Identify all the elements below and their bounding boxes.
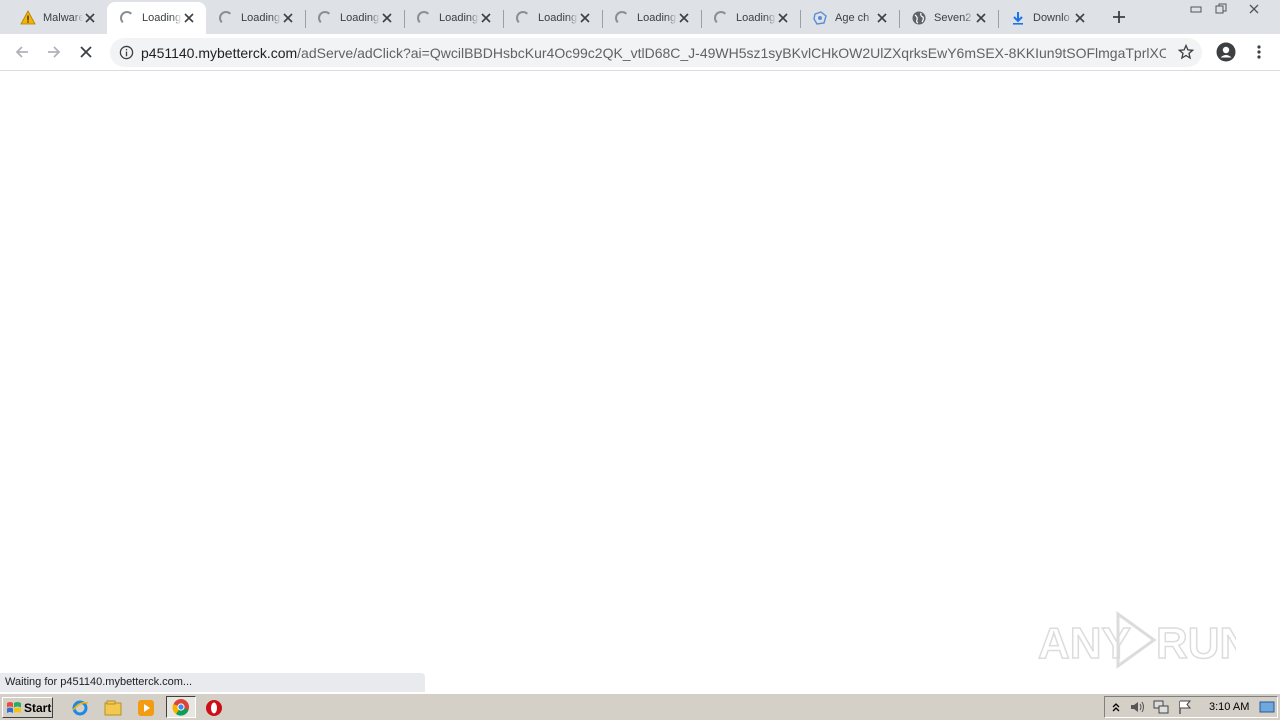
menu-button[interactable] xyxy=(1247,40,1271,64)
account-icon xyxy=(1216,42,1236,62)
close-icon[interactable] xyxy=(380,11,394,25)
flag-icon[interactable] xyxy=(1177,699,1193,715)
loading-spinner-icon xyxy=(416,10,432,26)
url-path: /adServe/adClick?ai=QwcilBBDHsbcKur4Oc99… xyxy=(297,45,1166,61)
tab-loading[interactable]: Loading... xyxy=(602,2,702,34)
media-player-icon[interactable] xyxy=(136,698,156,718)
download-icon xyxy=(1010,10,1026,26)
page-content xyxy=(0,72,1280,692)
tab-title: Loading... xyxy=(241,12,281,24)
new-tab-button[interactable] xyxy=(1108,6,1130,28)
system-tray: 3:10 AM xyxy=(1104,696,1278,718)
tab-title: Age ch xyxy=(835,12,870,24)
tab-loading[interactable]: Loading... xyxy=(503,2,603,34)
close-icon[interactable] xyxy=(776,11,790,25)
restore-button[interactable] xyxy=(1208,0,1234,18)
tab-title: Malware xyxy=(43,12,83,24)
clock: 3:10 AM xyxy=(1209,701,1250,713)
tab-title: Downlo xyxy=(1033,12,1070,24)
star-icon[interactable] xyxy=(1177,43,1195,65)
restore-icon xyxy=(1215,3,1227,14)
close-icon[interactable] xyxy=(578,11,592,25)
loading-spinner-icon xyxy=(119,10,135,26)
network-icon[interactable] xyxy=(1153,699,1169,715)
close-icon[interactable] xyxy=(479,11,493,25)
opera-icon[interactable] xyxy=(204,698,224,718)
start-label: Start xyxy=(24,700,52,715)
loading-spinner-icon xyxy=(713,10,729,26)
stop-icon xyxy=(80,46,92,58)
puzzle-icon xyxy=(812,10,828,26)
tab-loading-active[interactable]: Loading... xyxy=(107,2,206,34)
close-icon[interactable] xyxy=(281,11,295,25)
close-icon[interactable] xyxy=(83,11,97,25)
tab-title: Loading... xyxy=(736,12,776,24)
file-explorer-icon[interactable] xyxy=(103,698,123,718)
tab-loading[interactable]: Loading... xyxy=(206,2,306,34)
profile-button[interactable] xyxy=(1214,40,1238,64)
tab-strip: Malware Loading... Loading... Loading...… xyxy=(0,0,1280,34)
loading-spinner-icon xyxy=(218,10,234,26)
loading-spinner-icon xyxy=(515,10,531,26)
internet-explorer-icon[interactable] xyxy=(70,698,90,718)
tab-age-check[interactable]: Age ch xyxy=(800,2,900,34)
tab-title: Seven2 xyxy=(934,12,972,24)
minimize-icon xyxy=(1190,6,1202,13)
tab-title: Loading... xyxy=(637,12,677,24)
close-icon[interactable] xyxy=(974,11,988,25)
url-domain: p451140.mybetterck.com xyxy=(141,45,298,61)
stop-loading-button[interactable] xyxy=(74,40,98,64)
tab-title: Loading... xyxy=(439,12,479,24)
warning-icon xyxy=(20,10,36,26)
chrome-icon xyxy=(172,699,189,716)
loading-spinner-icon xyxy=(317,10,333,26)
globe-icon xyxy=(911,10,927,26)
chrome-taskbar-button[interactable] xyxy=(166,696,196,718)
close-icon[interactable] xyxy=(182,11,196,25)
back-button[interactable] xyxy=(10,40,34,64)
browser-toolbar: p451140.mybetterck.com/adServe/adClick?a… xyxy=(0,34,1280,71)
status-bubble: Waiting for p451140.mybetterck.com... xyxy=(0,673,425,692)
minimize-button[interactable] xyxy=(1183,0,1209,18)
windows-logo-icon xyxy=(7,701,21,713)
loading-spinner-icon xyxy=(614,10,630,26)
arrow-left-icon xyxy=(15,46,28,58)
more-vert-icon xyxy=(1257,45,1261,59)
plus-icon xyxy=(1113,11,1125,23)
svg-text:RUN: RUN xyxy=(1156,619,1236,668)
tab-loading[interactable]: Loading... xyxy=(701,2,801,34)
volume-icon[interactable] xyxy=(1129,699,1145,715)
tab-title: Loading... xyxy=(142,12,182,24)
close-icon[interactable] xyxy=(677,11,691,25)
arrow-right-icon xyxy=(48,46,61,58)
taskbar: Start 3:10 AM xyxy=(0,693,1280,720)
tab-title: Loading... xyxy=(340,12,380,24)
forward-button[interactable] xyxy=(42,40,66,64)
anyrun-watermark: ANY RUN xyxy=(1036,608,1252,672)
tab-download[interactable]: Downlo xyxy=(998,2,1097,34)
start-button[interactable]: Start xyxy=(2,697,53,718)
address-bar[interactable]: p451140.mybetterck.com/adServe/adClick?a… xyxy=(110,38,1202,67)
close-icon[interactable] xyxy=(875,11,889,25)
tab-title: Loading... xyxy=(538,12,578,24)
tab-seven2[interactable]: Seven2 xyxy=(899,2,999,34)
chevron-up-icon[interactable] xyxy=(1108,699,1124,715)
close-icon xyxy=(1249,4,1259,14)
url-text[interactable]: p451140.mybetterck.com/adServe/adClick?a… xyxy=(141,45,1166,61)
close-icon[interactable] xyxy=(1073,11,1087,25)
tab-malware[interactable]: Malware xyxy=(8,2,108,34)
info-icon[interactable] xyxy=(119,45,134,65)
show-desktop-icon[interactable] xyxy=(1259,699,1275,715)
tab-loading[interactable]: Loading... xyxy=(305,2,405,34)
close-window-button[interactable] xyxy=(1240,0,1268,18)
tab-loading[interactable]: Loading... xyxy=(404,2,504,34)
